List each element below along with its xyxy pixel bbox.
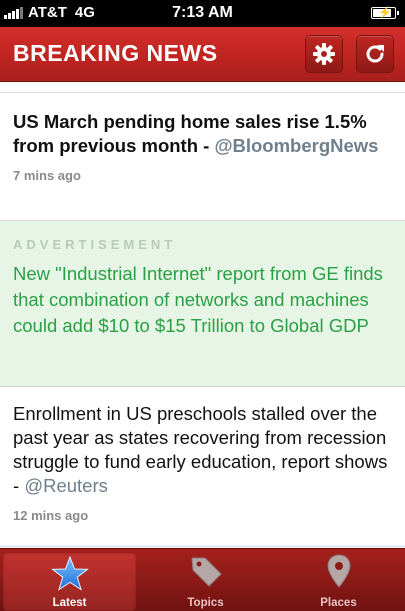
map-pin-icon: [326, 554, 351, 588]
tab-latest[interactable]: Latest: [3, 553, 136, 611]
tab-bar: Latest Topics Places: [0, 548, 405, 611]
story-source-link[interactable]: @Reuters: [24, 475, 108, 496]
tab-topics[interactable]: Topics: [139, 549, 272, 611]
tab-label: Topics: [187, 597, 224, 609]
story-item[interactable]: US March pending home sales rise 1.5% fr…: [0, 93, 405, 221]
tab-label: Places: [320, 597, 357, 609]
tag-icon: [190, 557, 222, 587]
feed-top-divider: [0, 82, 405, 93]
gear-icon: [313, 43, 335, 65]
settings-button[interactable]: [305, 35, 343, 73]
story-headline[interactable]: Enrollment in US preschools stalled over…: [13, 402, 392, 498]
refresh-button[interactable]: [356, 35, 394, 73]
status-time: 7:13 AM: [172, 4, 233, 21]
advertisement-label: ADVERTISEMENT: [13, 237, 177, 252]
battery-icon: ⚡: [371, 7, 399, 19]
advertisement-text[interactable]: New "Industrial Internet" report from GE…: [13, 261, 392, 339]
page-title: BREAKING NEWS: [13, 40, 218, 66]
story-headline[interactable]: US March pending home sales rise 1.5% fr…: [13, 110, 392, 158]
story-item[interactable]: Enrollment in US preschools stalled over…: [0, 387, 405, 547]
star-icon: [50, 555, 89, 591]
refresh-icon: [366, 45, 384, 63]
story-time: 12 mins ago: [13, 508, 89, 523]
tab-places[interactable]: Places: [272, 549, 405, 611]
advertisement-item[interactable]: ADVERTISEMENT New "Industrial Internet" …: [0, 221, 405, 387]
status-bar: AT&T 4G 7:13 AM ⚡: [0, 0, 405, 27]
story-source-link[interactable]: @BloombergNews: [214, 135, 378, 156]
tab-label: Latest: [52, 597, 87, 609]
app-header: BREAKING NEWS: [0, 27, 405, 82]
news-feed[interactable]: US March pending home sales rise 1.5% fr…: [0, 82, 405, 548]
story-time: 7 mins ago: [13, 168, 81, 183]
